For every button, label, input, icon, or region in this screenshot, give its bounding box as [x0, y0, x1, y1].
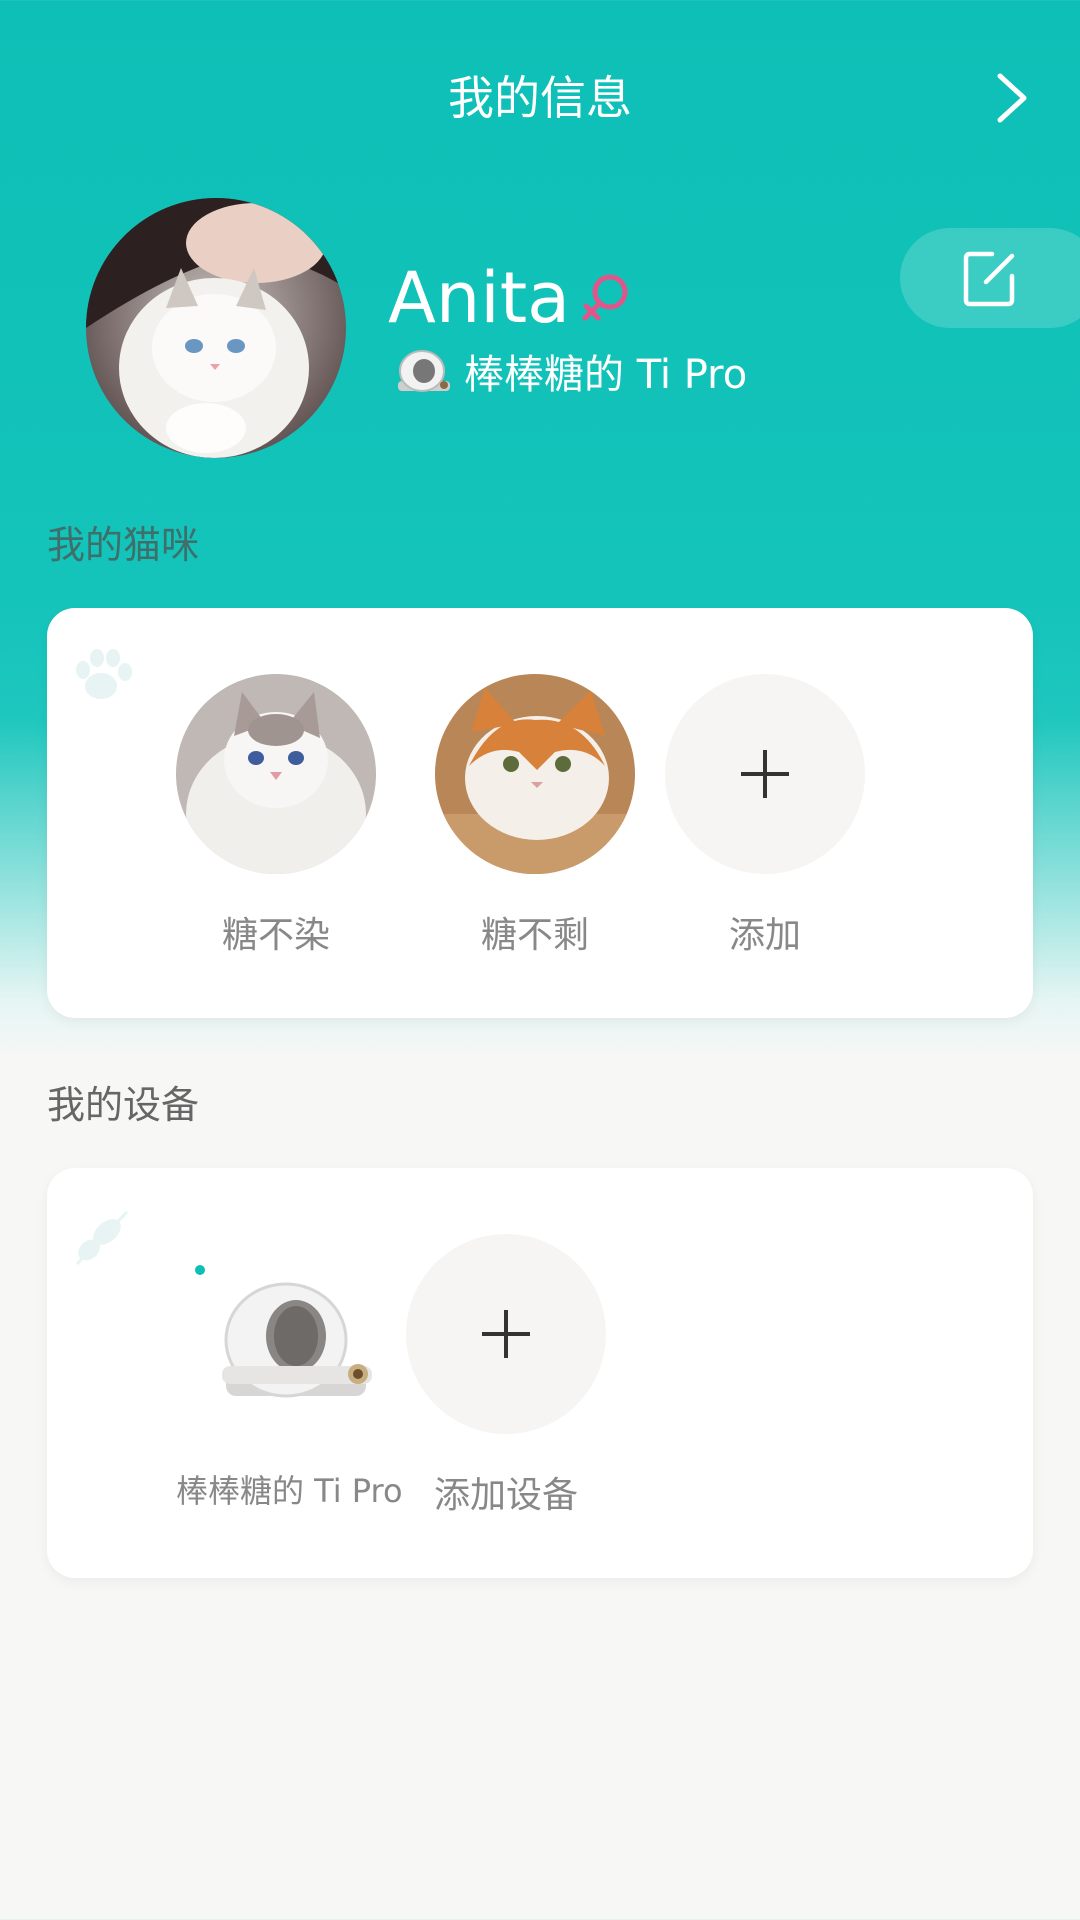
cat-item[interactable]: 糖不剩	[435, 674, 635, 958]
device-image[interactable]	[186, 1234, 386, 1434]
leaf-icon	[75, 1210, 129, 1266]
device-name: 棒棒糖的 Ti Pro	[176, 1472, 403, 1510]
page-title: 我的信息	[448, 71, 632, 125]
add-device-label: 添加设备	[433, 1475, 578, 1516]
profile-device: 棒棒糖的 Ti Pro	[394, 342, 747, 400]
devices-section-title: 我的设备	[47, 1083, 200, 1127]
cats-section-title: 我的猫咪	[47, 523, 200, 567]
add-cat-button[interactable]: 添加	[665, 674, 865, 958]
device-item[interactable]: 棒棒糖的 Ti Pro	[176, 1234, 403, 1512]
edit-icon[interactable]	[962, 248, 1018, 308]
devices-card: 棒棒糖的 Ti Pro 添加设备	[47, 1168, 1033, 1578]
chevron-right-icon[interactable]	[990, 68, 1034, 128]
user-avatar[interactable]	[86, 198, 346, 458]
paw-icon	[76, 649, 132, 699]
plus-icon	[741, 750, 789, 798]
profile-device-name: 棒棒糖的 Ti Pro	[464, 352, 748, 398]
plus-icon	[482, 1310, 530, 1358]
cat-avatar[interactable]	[176, 674, 376, 874]
add-device-circle[interactable]	[406, 1234, 606, 1434]
add-cat-circle[interactable]	[665, 674, 865, 874]
cat-name: 糖不剩	[480, 915, 589, 956]
female-icon	[582, 274, 628, 321]
cat-name: 糖不染	[221, 915, 330, 956]
add-device-button[interactable]: 添加设备	[406, 1234, 606, 1518]
username: Anita	[388, 257, 571, 339]
cat-item[interactable]: 糖不染	[176, 674, 376, 958]
cat-avatar[interactable]	[435, 674, 635, 874]
cats-card: 糖不染 糖不剩 添加	[47, 608, 1033, 1018]
add-cat-label: 添加	[728, 915, 801, 956]
litter-box-icon	[398, 350, 450, 392]
